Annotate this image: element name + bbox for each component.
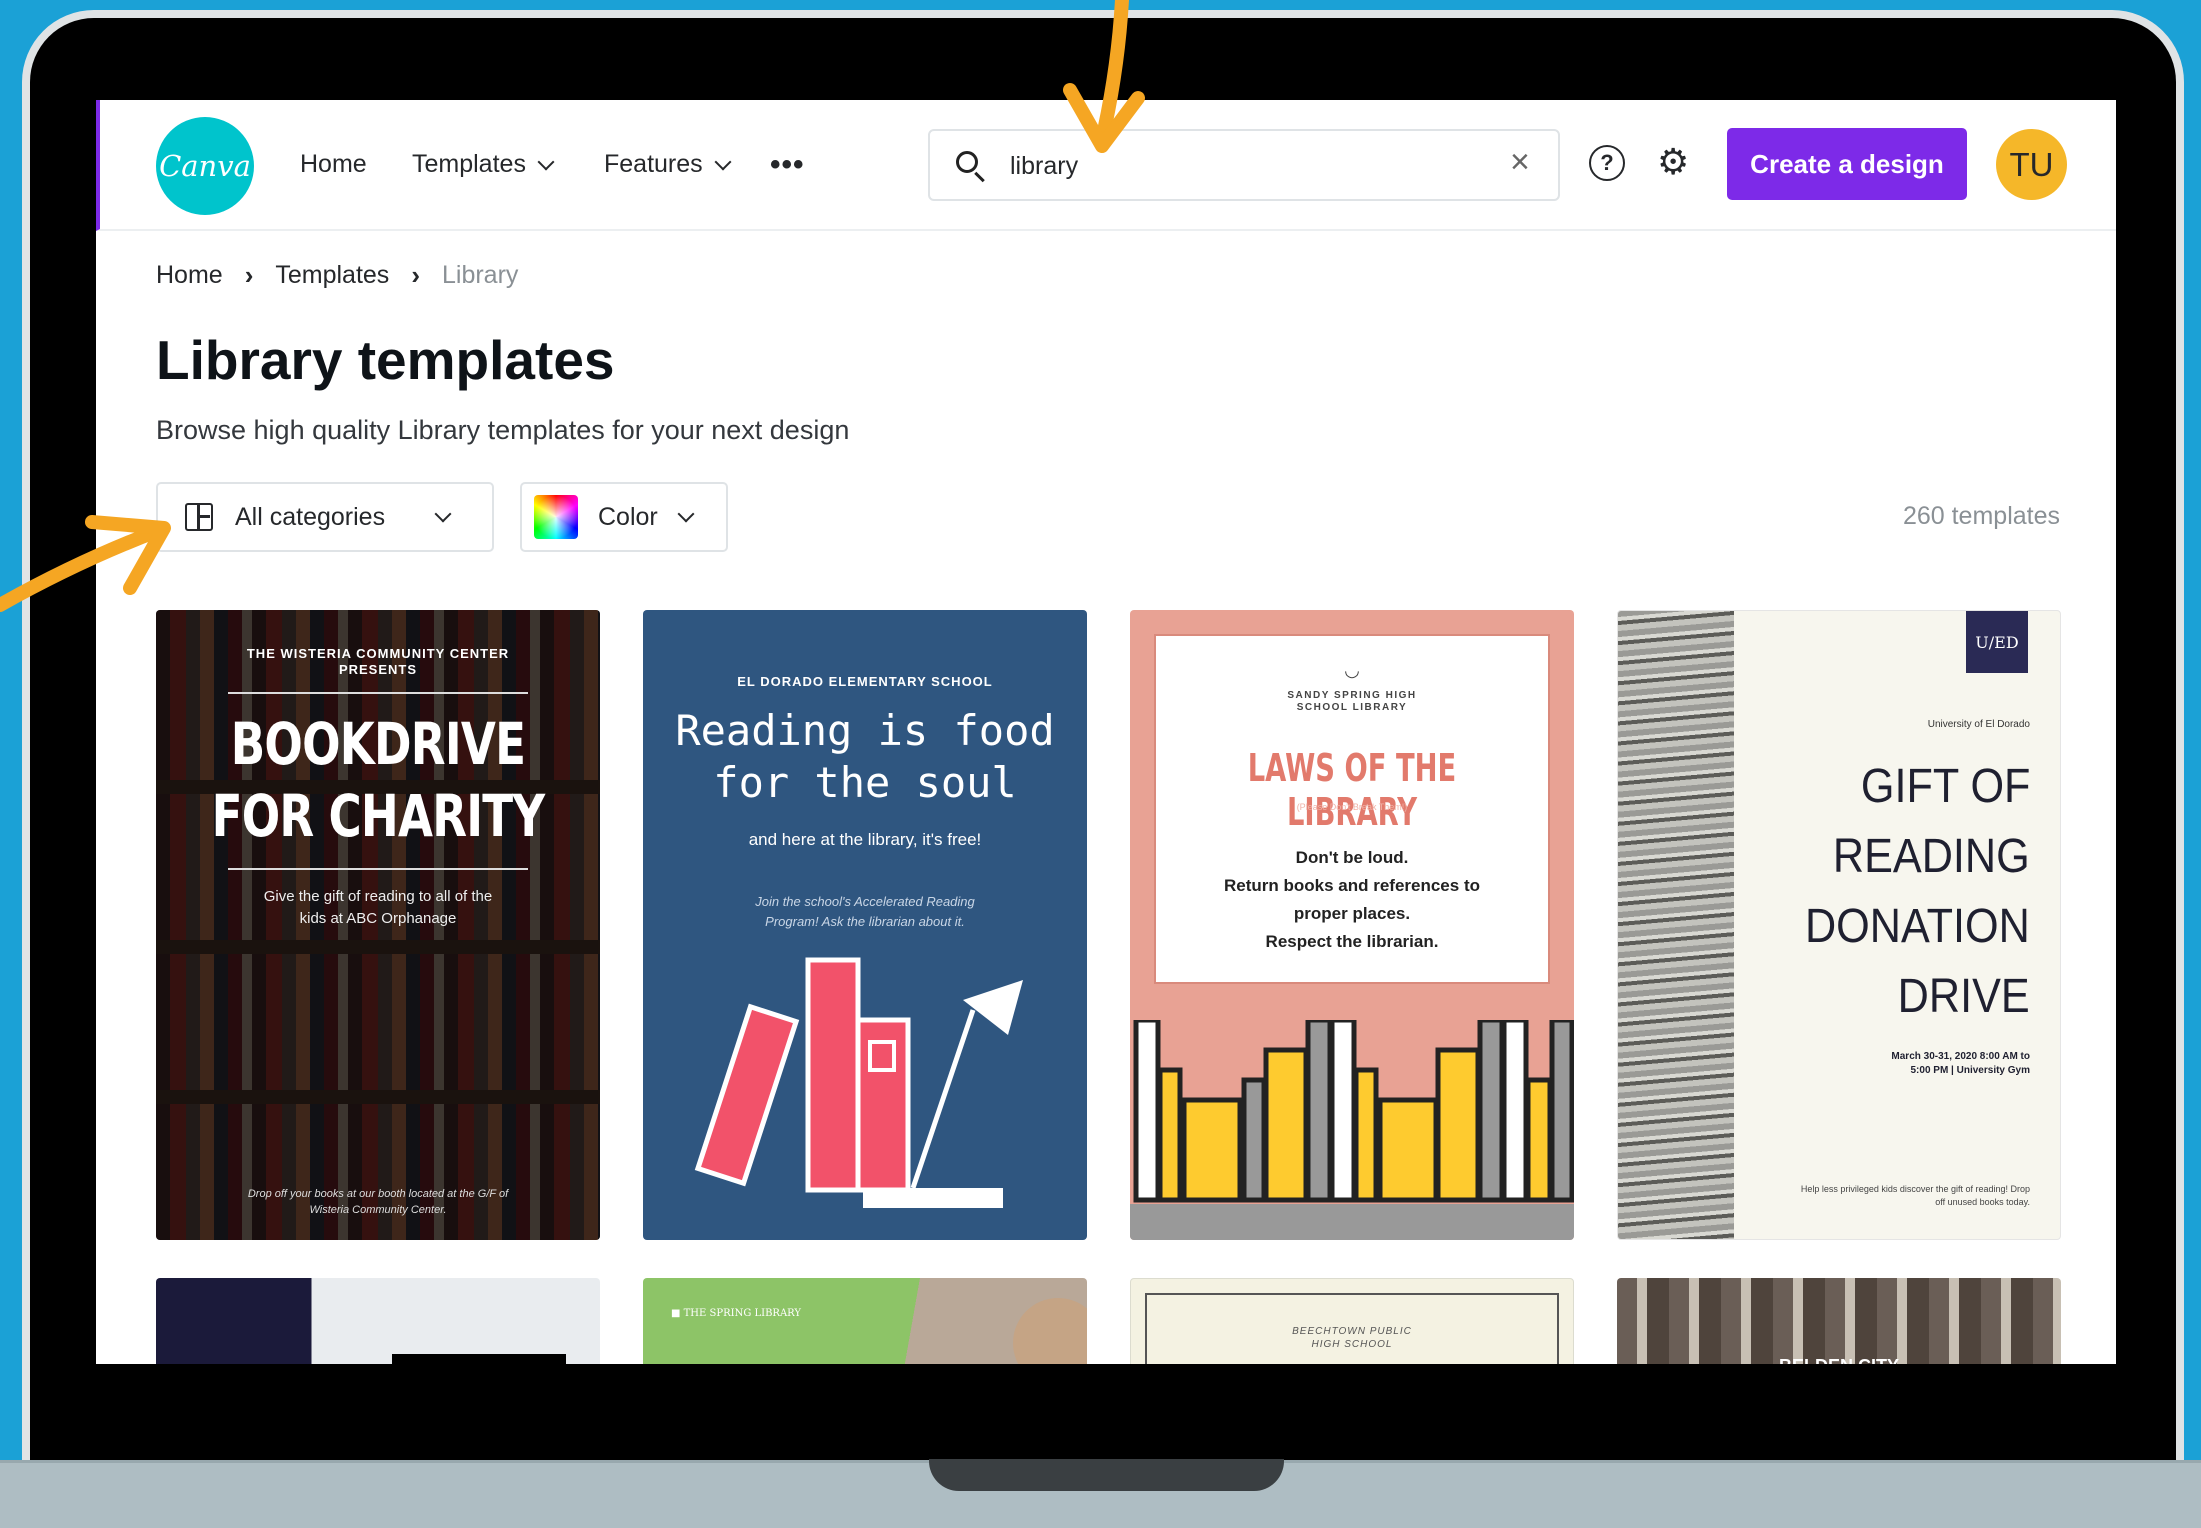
bookshelf-illustration	[1130, 1020, 1574, 1240]
template-headline: DRIVE	[1897, 970, 2030, 1023]
gear-icon[interactable]: ⚙	[1657, 140, 1689, 184]
template-headline: LAWS OF THE LIBRARY	[1247, 746, 1457, 834]
template-footer-text: Help less privileged kids discover the g…	[1800, 1184, 2030, 1207]
template-count: 260 templates	[1902, 502, 2060, 530]
template-footer-text: Drop off your books at our booth located…	[247, 1188, 509, 1216]
template-footer-text: Join the school's Accelerated Reading Pr…	[755, 894, 975, 929]
template-headline: BOOKDRIVE	[230, 710, 526, 778]
template-headline: Reading is food	[675, 706, 1055, 755]
category-filter-dropdown[interactable]: All categories	[156, 482, 494, 552]
template-card-bookdrive[interactable]: THE WISTERIA COMMUNITY CENTER PRESENTS B…	[156, 610, 600, 1240]
template-place: 5:00 PM | University Gym	[1910, 1065, 2030, 1076]
color-filter-label: Color	[598, 502, 658, 531]
browser-screen: Canva Home Templates Features ••• × ? ⚙ …	[96, 100, 2116, 1364]
close-icon[interactable]: ×	[1510, 143, 1530, 182]
breadcrumb: Home › Templates › Library	[156, 260, 518, 291]
template-rule: proper places.	[1293, 904, 1411, 923]
template-headline: GIFT OF	[1860, 760, 2030, 813]
breadcrumb-current: Library	[441, 261, 519, 289]
template-org-text: THE WISTERIA COMMUNITY CENTER PRESENTS	[246, 646, 510, 677]
chevron-right-icon: ›	[411, 260, 420, 290]
create-design-button[interactable]: Create a design	[1727, 128, 1967, 200]
chevron-down-icon	[677, 505, 695, 523]
template-org-text: BELDEN CITY	[1617, 1356, 2061, 1364]
template-headline: FOR CHARITY	[211, 782, 546, 850]
annotation-arrow-search	[1063, 0, 1145, 153]
chevron-down-icon	[434, 505, 452, 523]
template-rule: Return books and references to	[1223, 876, 1480, 895]
chevron-right-icon: ›	[244, 260, 254, 290]
template-body-text: Give the gift of reading to all of the k…	[263, 888, 493, 927]
template-card-partial[interactable]: BEECHTOWN PUBLIC HIGH SCHOOL	[1130, 1278, 1574, 1364]
nav-templates[interactable]: Templates	[412, 150, 555, 179]
library-photo	[1618, 611, 1734, 1239]
template-card-reading-food[interactable]: EL DORADO ELEMENTARY SCHOOL Reading is f…	[643, 610, 1087, 1240]
chevron-down-icon	[537, 153, 555, 170]
template-rule: Respect the librarian.	[1265, 932, 1439, 951]
template-card-partial[interactable]	[156, 1278, 600, 1364]
chevron-down-icon	[714, 153, 732, 170]
annotation-arrow-categories	[0, 515, 171, 612]
template-tagline: (Please Don't Break Them!)	[1296, 802, 1408, 812]
breadcrumb-templates[interactable]: Templates	[275, 261, 389, 290]
books-lamp-illustration	[694, 957, 1023, 1208]
template-headline: for the soul	[713, 758, 1017, 807]
template-card-laws-library[interactable]: ◡ SANDY SPRING HIGH SCHOOL LIBRARY LAWS …	[1130, 610, 1574, 1240]
page-subtitle: Browse high quality Library templates fo…	[156, 415, 850, 445]
nav-home[interactable]: Home	[300, 150, 367, 179]
template-badge: U/ED	[1966, 611, 2028, 673]
page-title: Library templates	[156, 329, 615, 391]
more-options-icon[interactable]: •••	[770, 148, 805, 182]
category-filter-label: All categories	[235, 502, 386, 531]
laptop-notch	[929, 1459, 1284, 1491]
breadcrumb-home[interactable]: Home	[156, 261, 223, 290]
template-org-text: SANDY SPRING HIGH SCHOOL LIBRARY	[1287, 690, 1417, 713]
color-filter-dropdown[interactable]: Color	[520, 482, 728, 552]
search-box[interactable]: ×	[928, 129, 1560, 201]
template-card-partial[interactable]: BELDEN CITY	[1617, 1278, 2061, 1364]
template-date: March 30-31, 2020 8:00 AM to	[1891, 1051, 2030, 1062]
nav-features[interactable]: Features	[604, 150, 732, 179]
help-icon[interactable]: ?	[1589, 145, 1625, 181]
template-headline: DONATION	[1805, 900, 2030, 953]
template-org-text: BEECHTOWN PUBLIC HIGH SCHOOL	[1292, 1326, 1412, 1350]
template-card-gift-reading[interactable]: U/ED University of El Dorado GIFT OF REA…	[1617, 610, 2061, 1240]
canva-logo[interactable]: Canva	[156, 117, 254, 215]
avatar[interactable]: TU	[1996, 129, 2067, 200]
portrait-photo	[1013, 1298, 1087, 1364]
template-org-text: University of El Dorado	[1927, 719, 2030, 730]
template-org-text: EL DORADO ELEMENTARY SCHOOL	[737, 674, 993, 689]
template-headline: READING	[1833, 830, 2030, 883]
color-swatch-icon	[534, 495, 578, 539]
template-body-text: and here at the library, it's free!	[748, 830, 982, 849]
template-org-text: ■ THE SPRING LIBRARY	[671, 1308, 801, 1319]
search-icon	[956, 151, 978, 173]
template-rule: Don't be loud.	[1295, 848, 1409, 867]
template-card-partial[interactable]: ■ THE SPRING LIBRARY	[643, 1278, 1087, 1364]
